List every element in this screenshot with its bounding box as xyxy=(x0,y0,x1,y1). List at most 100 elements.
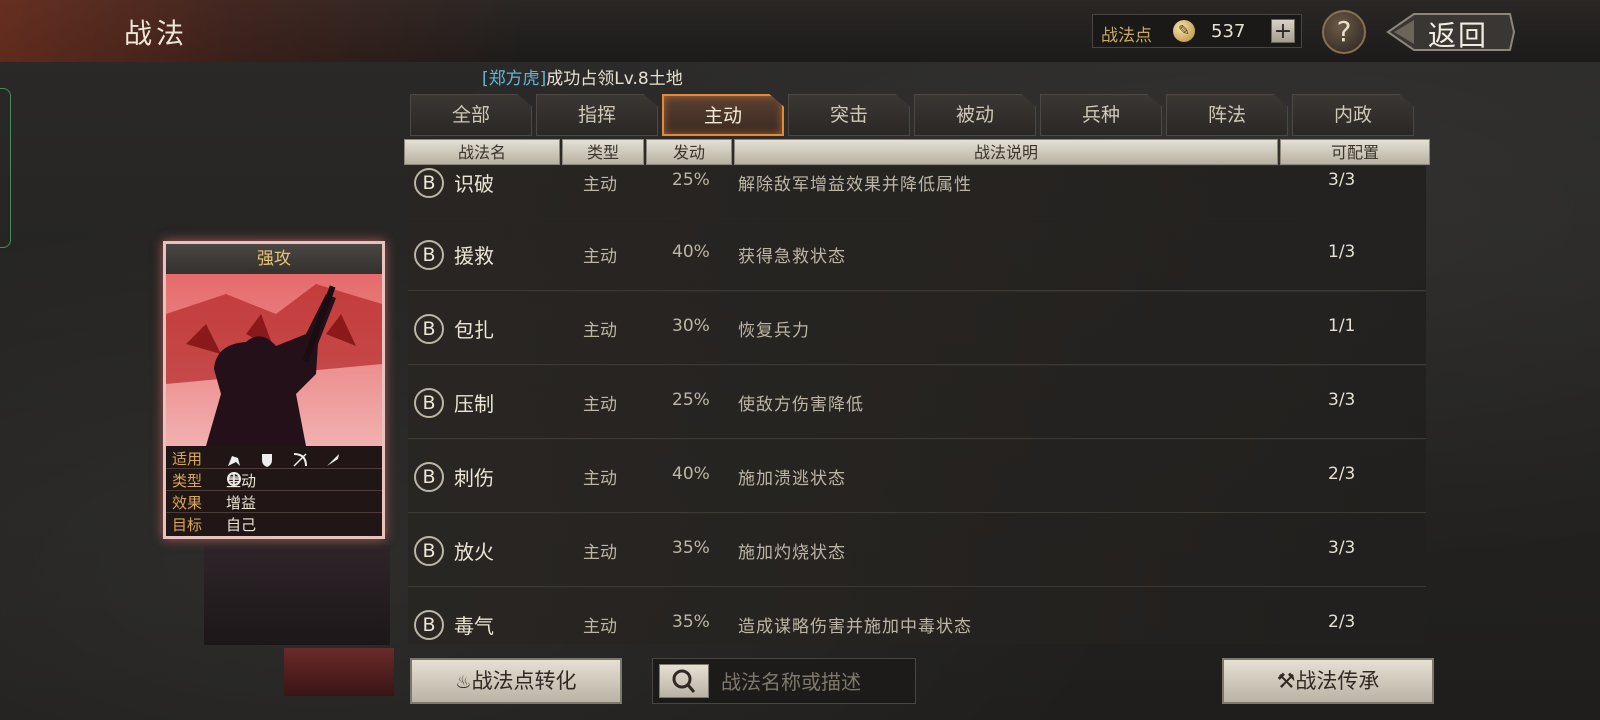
apply-label: 适用 xyxy=(172,450,203,468)
tactic-name: 识破 xyxy=(454,172,494,196)
column-name[interactable]: 战法名 xyxy=(404,139,560,165)
table-row[interactable]: B 刺伤 主动 40% 施加溃逃状态 2/3 xyxy=(408,440,1426,513)
system-notice: [郑方虎]成功占领Lv.8土地 xyxy=(482,64,683,89)
tactic-type: 主动 xyxy=(583,395,617,415)
tactic-slots: 1/1 xyxy=(1328,316,1356,336)
effect-value: 增益 xyxy=(226,494,257,512)
grade-badge: B xyxy=(414,314,444,344)
tactic-type: 主动 xyxy=(583,321,617,341)
tactic-card[interactable]: 强攻 适用 类型 主动 效果 增益 目标 自己 xyxy=(163,241,385,539)
card-type-row: 类型 主动 xyxy=(166,468,382,491)
card-target-row: 目标 自己 xyxy=(166,512,382,534)
search-box xyxy=(652,658,916,704)
top-bar: 战法 战法点 ✎ 537 + ? 返回 xyxy=(0,0,1600,62)
tactic-rate: 40% xyxy=(672,464,710,484)
search-icon xyxy=(672,669,696,693)
bow-icon xyxy=(293,452,308,467)
tactic-description: 解除敌军增益效果并降低属性 xyxy=(738,175,972,195)
tactic-description: 使敌方伤害降低 xyxy=(738,395,864,415)
tactic-type: 主动 xyxy=(583,247,617,267)
card-apply-row: 适用 xyxy=(166,446,382,486)
tactic-slots: 3/3 xyxy=(1328,390,1356,410)
tactic-rate: 25% xyxy=(672,170,710,190)
spear-icon xyxy=(327,453,340,466)
tactic-list[interactable]: B 识破 主动 25% 解除敌军增益效果并降低属性 3/3 B 援救 主动 40… xyxy=(408,166,1426,644)
table-row[interactable]: B 识破 主动 25% 解除敌军增益效果并降低属性 3/3 xyxy=(408,166,1426,219)
tab-active[interactable]: 主动 xyxy=(662,94,784,136)
search-input[interactable] xyxy=(719,665,909,699)
type-value: 主动 xyxy=(226,472,257,490)
grade-badge: B xyxy=(414,240,444,270)
table-row[interactable]: B 包扎 主动 30% 恢复兵力 1/1 xyxy=(408,292,1426,365)
column-rate[interactable]: 发动 xyxy=(646,139,732,165)
flame-icon: ♨ xyxy=(455,672,472,693)
tab-passive[interactable]: 被动 xyxy=(914,94,1036,136)
tactic-type: 主动 xyxy=(583,543,617,563)
tactic-description: 造成谋略伤害并施加中毒状态 xyxy=(738,617,972,637)
convert-points-button[interactable]: ♨战法点转化 xyxy=(410,658,622,704)
inherit-tactic-label: 战法传承 xyxy=(1295,669,1380,693)
tab-all[interactable]: 全部 xyxy=(410,94,532,136)
grade-badge: B xyxy=(414,462,444,492)
tactic-slots: 3/3 xyxy=(1328,538,1356,558)
table-row[interactable]: B 压制 主动 25% 使敌方伤害降低 3/3 xyxy=(408,366,1426,439)
grade-badge: B xyxy=(414,388,444,418)
tab-internal[interactable]: 内政 xyxy=(1292,94,1414,136)
tactic-rate: 35% xyxy=(672,538,710,558)
back-button[interactable]: 返回 xyxy=(1384,10,1516,54)
tactic-slots: 1/3 xyxy=(1328,242,1356,262)
tab-command[interactable]: 指挥 xyxy=(536,94,658,136)
tab-formation[interactable]: 阵法 xyxy=(1166,94,1288,136)
stacked-card-back-2[interactable] xyxy=(284,648,394,696)
tactic-name: 刺伤 xyxy=(454,466,494,490)
grade-badge: B xyxy=(414,536,444,566)
notice-player-name[interactable]: [郑方虎] xyxy=(482,69,546,89)
card-title: 强攻 xyxy=(166,244,382,274)
points-coin-icon: ✎ xyxy=(1173,20,1195,42)
points-value: 537 xyxy=(1211,21,1246,42)
tactic-points-box: 战法点 ✎ 537 + xyxy=(1092,14,1302,48)
tactic-description: 获得急救状态 xyxy=(738,247,846,267)
cavalry-icon xyxy=(228,455,240,466)
tactic-slots: 2/3 xyxy=(1328,464,1356,484)
tab-assault[interactable]: 突击 xyxy=(788,94,910,136)
add-points-button[interactable]: + xyxy=(1271,19,1295,44)
tactic-rate: 25% xyxy=(672,390,710,410)
table-row[interactable]: B 毒气 主动 35% 造成谋略伤害并施加中毒状态 2/3 xyxy=(408,588,1426,644)
tactic-description: 恢复兵力 xyxy=(738,321,810,341)
table-row[interactable]: B 放火 主动 35% 施加灼烧状态 3/3 xyxy=(408,514,1426,587)
tactic-name: 包扎 xyxy=(454,318,494,342)
tactic-slots: 2/3 xyxy=(1328,612,1356,632)
card-info-panel: 适用 类型 主动 效果 增益 目标 自己 xyxy=(166,446,382,536)
header-glow xyxy=(0,0,520,62)
type-label: 类型 xyxy=(172,472,203,490)
tactic-slots: 3/3 xyxy=(1328,170,1356,190)
column-slots[interactable]: 可配置 xyxy=(1280,139,1430,165)
tab-troop[interactable]: 兵种 xyxy=(1040,94,1162,136)
column-type[interactable]: 类型 xyxy=(562,139,644,165)
tactic-type: 主动 xyxy=(583,617,617,637)
shield-icon xyxy=(262,453,273,467)
tactic-name: 放火 xyxy=(454,540,494,564)
tactic-rate: 40% xyxy=(672,242,710,262)
help-button[interactable]: ? xyxy=(1322,10,1366,54)
points-label: 战法点 xyxy=(1101,26,1152,46)
tactic-name: 援救 xyxy=(454,244,494,268)
search-button[interactable] xyxy=(659,664,709,698)
tactic-rate: 35% xyxy=(672,612,710,632)
card-effect-row: 效果 增益 xyxy=(166,490,382,513)
tactic-name: 压制 xyxy=(454,392,494,416)
table-row[interactable]: B 援救 主动 40% 获得急救状态 1/3 xyxy=(408,218,1426,291)
effect-label: 效果 xyxy=(172,494,203,512)
tactic-description: 施加灼烧状态 xyxy=(738,543,846,563)
stacked-card-back[interactable] xyxy=(204,545,390,645)
tactic-type: 主动 xyxy=(583,469,617,489)
tactic-description: 施加溃逃状态 xyxy=(738,469,846,489)
tactic-type: 主动 xyxy=(583,175,617,195)
grade-badge: B xyxy=(414,168,444,198)
target-value: 自己 xyxy=(226,516,257,534)
target-label: 目标 xyxy=(172,516,203,534)
back-label: 返回 xyxy=(1428,19,1489,52)
inherit-tactic-button[interactable]: ⚒战法传承 xyxy=(1222,658,1434,704)
left-edge-handle[interactable] xyxy=(0,88,11,248)
